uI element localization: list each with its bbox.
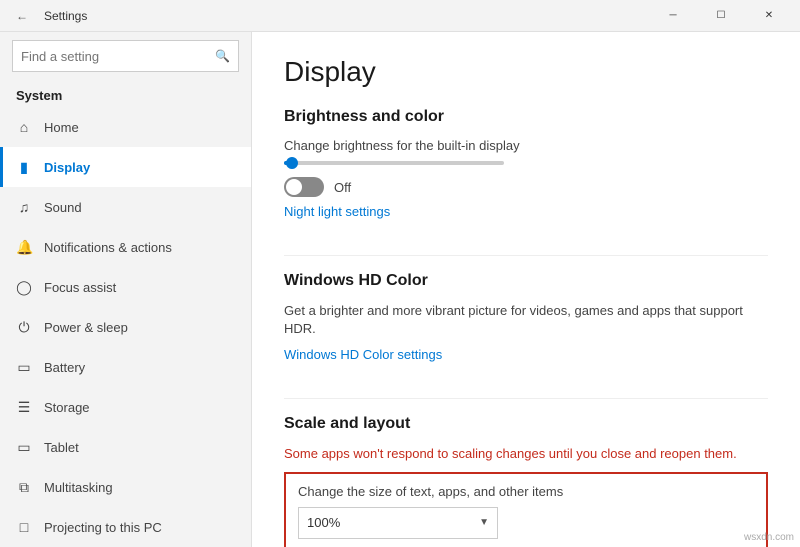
display-icon: ▮ bbox=[16, 159, 32, 176]
sidebar-item-display[interactable]: ▮ Display bbox=[0, 147, 251, 187]
titlebar: ← Settings ─ ☐ ✕ bbox=[0, 0, 800, 32]
sidebar-item-label: Power & sleep bbox=[44, 320, 128, 335]
titlebar-controls: ─ ☐ ✕ bbox=[650, 0, 792, 32]
sidebar-item-home[interactable]: ⌂ Home bbox=[0, 107, 251, 147]
scale-section-title: Scale and layout bbox=[284, 415, 768, 433]
sidebar: 🔍 System ⌂ Home ▮ Display ♫ Sound 🔔 Noti… bbox=[0, 32, 252, 547]
sidebar-item-focus[interactable]: ◯ Focus assist bbox=[0, 267, 251, 307]
divider-1 bbox=[284, 255, 768, 256]
projecting-icon: □ bbox=[16, 519, 32, 535]
scale-value: 100% bbox=[307, 515, 479, 530]
night-light-toggle[interactable] bbox=[284, 177, 324, 197]
scale-box: Change the size of text, apps, and other… bbox=[284, 472, 768, 547]
chevron-down-icon: ▼ bbox=[479, 517, 489, 528]
scale-label: Change the size of text, apps, and other… bbox=[298, 484, 754, 499]
scale-warning: Some apps won't respond to scaling chang… bbox=[284, 445, 768, 463]
sidebar-item-label: Battery bbox=[44, 360, 85, 375]
sidebar-item-label: Notifications & actions bbox=[44, 240, 172, 255]
battery-icon: ▭ bbox=[16, 359, 32, 376]
sidebar-item-power[interactable]: ⏻ Power & sleep bbox=[0, 307, 251, 347]
night-light-label: Off bbox=[334, 180, 351, 195]
multitasking-icon: ⧉ bbox=[16, 479, 32, 496]
minimize-button[interactable]: ─ bbox=[650, 0, 696, 32]
app-body: 🔍 System ⌂ Home ▮ Display ♫ Sound 🔔 Noti… bbox=[0, 32, 800, 547]
hd-color-section-title: Windows HD Color bbox=[284, 272, 768, 290]
sidebar-item-label: Focus assist bbox=[44, 280, 116, 295]
power-icon: ⏻ bbox=[16, 319, 32, 336]
home-icon: ⌂ bbox=[16, 119, 32, 135]
sidebar-item-storage[interactable]: ☰ Storage bbox=[0, 387, 251, 427]
tablet-icon: ▭ bbox=[16, 439, 32, 456]
sidebar-item-label: Storage bbox=[44, 400, 90, 415]
section-label: System bbox=[0, 80, 251, 107]
sidebar-item-label: Tablet bbox=[44, 440, 79, 455]
search-icon: 🔍 bbox=[215, 49, 230, 63]
hd-color-settings-link[interactable]: Windows HD Color settings bbox=[284, 347, 442, 362]
brightness-slider-container bbox=[284, 161, 504, 165]
sidebar-item-multitasking[interactable]: ⧉ Multitasking bbox=[0, 467, 251, 507]
sidebar-item-label: Projecting to this PC bbox=[44, 520, 162, 535]
sidebar-item-tablet[interactable]: ▭ Tablet bbox=[0, 427, 251, 467]
brightness-section-title: Brightness and color bbox=[284, 108, 768, 126]
slider-track[interactable] bbox=[284, 161, 504, 165]
sidebar-item-label: Sound bbox=[44, 200, 82, 215]
sidebar-item-label: Display bbox=[44, 160, 90, 175]
titlebar-title: Settings bbox=[44, 9, 87, 23]
sidebar-item-battery[interactable]: ▭ Battery bbox=[0, 347, 251, 387]
night-light-settings-link[interactable]: Night light settings bbox=[284, 204, 390, 219]
scale-dropdown[interactable]: 100% ▼ bbox=[298, 507, 498, 539]
night-light-row: Off bbox=[284, 177, 768, 197]
page-title: Display bbox=[284, 56, 768, 88]
search-box[interactable]: 🔍 bbox=[12, 40, 239, 72]
sidebar-item-label: Home bbox=[44, 120, 79, 135]
titlebar-left: ← Settings bbox=[8, 2, 87, 30]
sidebar-item-projecting[interactable]: □ Projecting to this PC bbox=[0, 507, 251, 547]
sound-icon: ♫ bbox=[16, 199, 32, 215]
search-input[interactable] bbox=[21, 49, 209, 64]
sidebar-item-notifications[interactable]: 🔔 Notifications & actions bbox=[0, 227, 251, 267]
toggle-knob bbox=[286, 179, 302, 195]
hd-color-desc: Get a brighter and more vibrant picture … bbox=[284, 302, 768, 338]
brightness-label: Change brightness for the built-in displ… bbox=[284, 138, 768, 153]
close-button[interactable]: ✕ bbox=[746, 0, 792, 32]
divider-2 bbox=[284, 398, 768, 399]
back-button[interactable]: ← bbox=[8, 2, 36, 30]
watermark: wsxdn.com bbox=[744, 532, 794, 543]
sidebar-item-label: Multitasking bbox=[44, 480, 113, 495]
storage-icon: ☰ bbox=[16, 399, 32, 416]
notifications-icon: 🔔 bbox=[16, 239, 32, 256]
sidebar-item-sound[interactable]: ♫ Sound bbox=[0, 187, 251, 227]
focus-icon: ◯ bbox=[16, 279, 32, 296]
content-area: Display Brightness and color Change brig… bbox=[252, 32, 800, 547]
slider-thumb bbox=[286, 157, 298, 169]
maximize-button[interactable]: ☐ bbox=[698, 0, 744, 32]
